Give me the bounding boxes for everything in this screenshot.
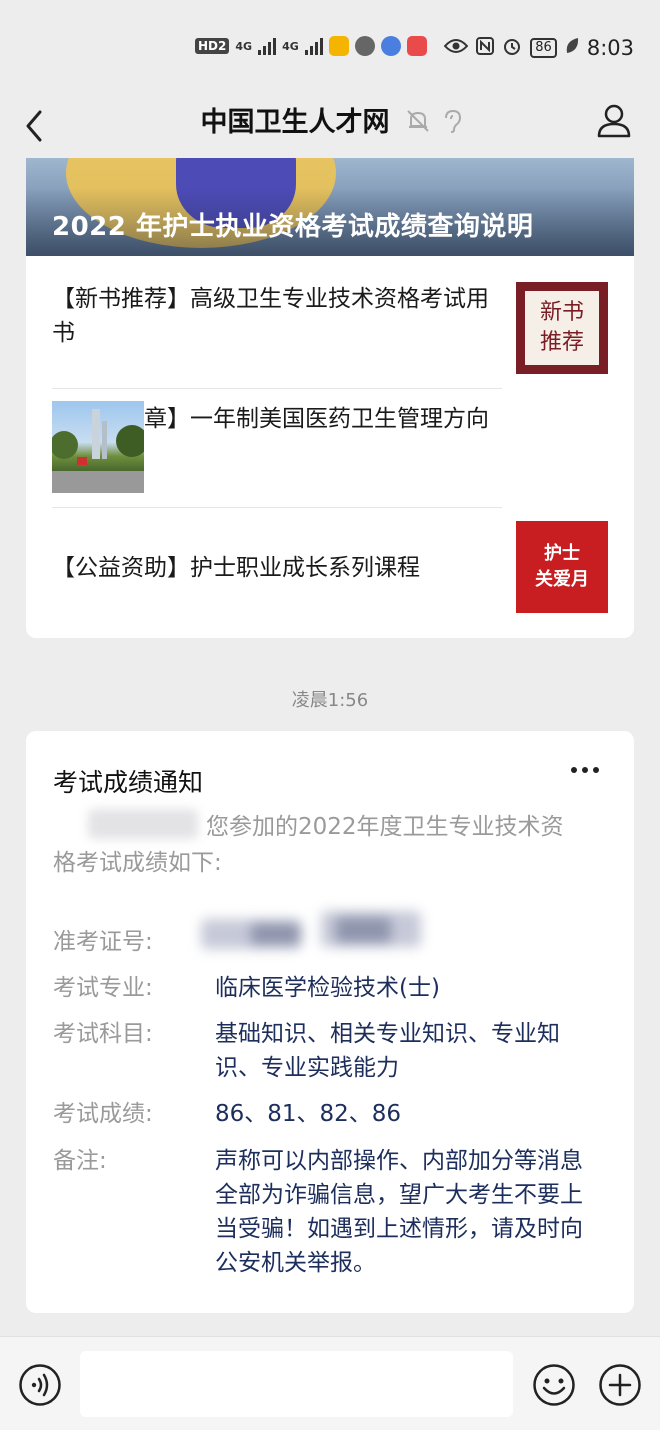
eye-icon <box>443 38 469 58</box>
remark-label: 备注: <box>53 1148 107 1174</box>
news-item[interactable]: 【公益资助】护士职业成长系列课程 护士 关爱月 <box>52 509 608 627</box>
score-notice-card[interactable]: 考试成绩通知 您参加的2022年度卫生专业技术资 格考试成绩如下: 准考证号: … <box>26 731 634 1313</box>
divider <box>52 507 502 508</box>
article-banner[interactable]: 2022 年护士执业资格考试成绩查询说明 <box>26 158 634 256</box>
divider <box>52 388 502 389</box>
wechat-icon <box>354 36 375 56</box>
signal-icon <box>258 37 277 55</box>
redacted-name <box>88 809 198 839</box>
exam-major-value: 临床医学检验技术(士) <box>215 975 440 1001</box>
battery-indicator: 86 <box>530 38 557 58</box>
profile-icon[interactable] <box>596 102 632 144</box>
thumb-text-line: 推荐 <box>539 330 584 355</box>
exam-score-label: 考试成绩: <box>53 1101 153 1127</box>
exam-subjects-label: 考试科目: <box>53 1021 153 1047</box>
notice-title: 考试成绩通知 <box>53 768 204 797</box>
exam-major-label: 考试专业: <box>53 975 153 1001</box>
news-thumb-mba-photo <box>52 401 144 493</box>
notice-intro-line2: 格考试成绩如下: <box>53 850 222 876</box>
plus-icon[interactable] <box>598 1363 642 1411</box>
network-type-2: 4G <box>282 39 299 53</box>
mute-bell-icon <box>405 108 431 138</box>
more-options-icon[interactable] <box>571 767 599 773</box>
signal-icon-2 <box>304 37 323 55</box>
huawei-app-icon <box>406 36 427 56</box>
nfc-icon <box>476 37 495 59</box>
news-item[interactable]: 【招生简章】一年制美国医药卫生管理方向 MBA <box>52 390 608 508</box>
message-input[interactable] <box>80 1351 513 1417</box>
alarm-icon <box>502 36 522 60</box>
leaf-icon <box>565 37 579 59</box>
music-icon <box>380 36 401 56</box>
status-bar: HD2 4G 4G 86 8:03 <box>0 0 660 96</box>
weibo-icon <box>328 36 349 56</box>
hd-label: HD <box>198 39 219 53</box>
exam-subjects-value: 基础知识、相关专业知识、专业知识、专业实践能力 <box>215 1021 560 1081</box>
news-thumb-new-book: 新书 推荐 <box>516 282 608 374</box>
hd-sub: 2 <box>218 39 227 53</box>
page-title: 中国卫生人才网 <box>200 107 390 138</box>
thumb-text-line: 关爱月 <box>535 569 589 590</box>
exam-id-label: 准考证号: <box>53 929 153 955</box>
hd-badge: HD2 <box>195 38 230 54</box>
news-item[interactable]: 【新书推荐】高级卫生专业技术资格考试用书 新书 推荐 <box>52 272 608 390</box>
status-left: HD2 4G 4G <box>195 36 427 56</box>
thumb-text-line: 护士 <box>544 543 580 564</box>
clock: 8:03 <box>586 36 634 60</box>
voice-icon[interactable] <box>18 1363 62 1411</box>
emoji-icon[interactable] <box>532 1363 576 1411</box>
notice-intro-line1: 您参加的2022年度卫生专业技术资 <box>206 814 564 840</box>
remark-value: 声称可以内部操作、内部加分等消息全部为诈骗信息，望广大考生不要上当受骗！如遇到上… <box>215 1148 583 1276</box>
redacted-exam-id <box>201 911 421 957</box>
news-item-text: 【新书推荐】高级卫生专业技术资格考试用书 <box>52 286 489 346</box>
exam-score-value: 86、81、82、86 <box>215 1101 402 1127</box>
thumb-text-line: 新书 <box>539 300 584 325</box>
article-card[interactable]: 2022 年护士执业资格考试成绩查询说明 【新书推荐】高级卫生专业技术资格考试用… <box>26 158 634 638</box>
news-item-text: 【公益资助】护士职业成长系列课程 <box>52 555 420 581</box>
ear-icon <box>441 108 463 138</box>
banner-title: 2022 年护士执业资格考试成绩查询说明 <box>52 212 534 242</box>
message-timestamp: 凌晨1:56 <box>291 690 369 711</box>
news-thumb-nurse: 护士 关爱月 <box>516 521 608 613</box>
status-right: 86 8:03 <box>443 36 634 60</box>
nav-bar: 中国卫生人才网 <box>0 96 660 156</box>
network-type-1: 4G <box>235 39 253 53</box>
input-bar <box>0 1336 660 1430</box>
